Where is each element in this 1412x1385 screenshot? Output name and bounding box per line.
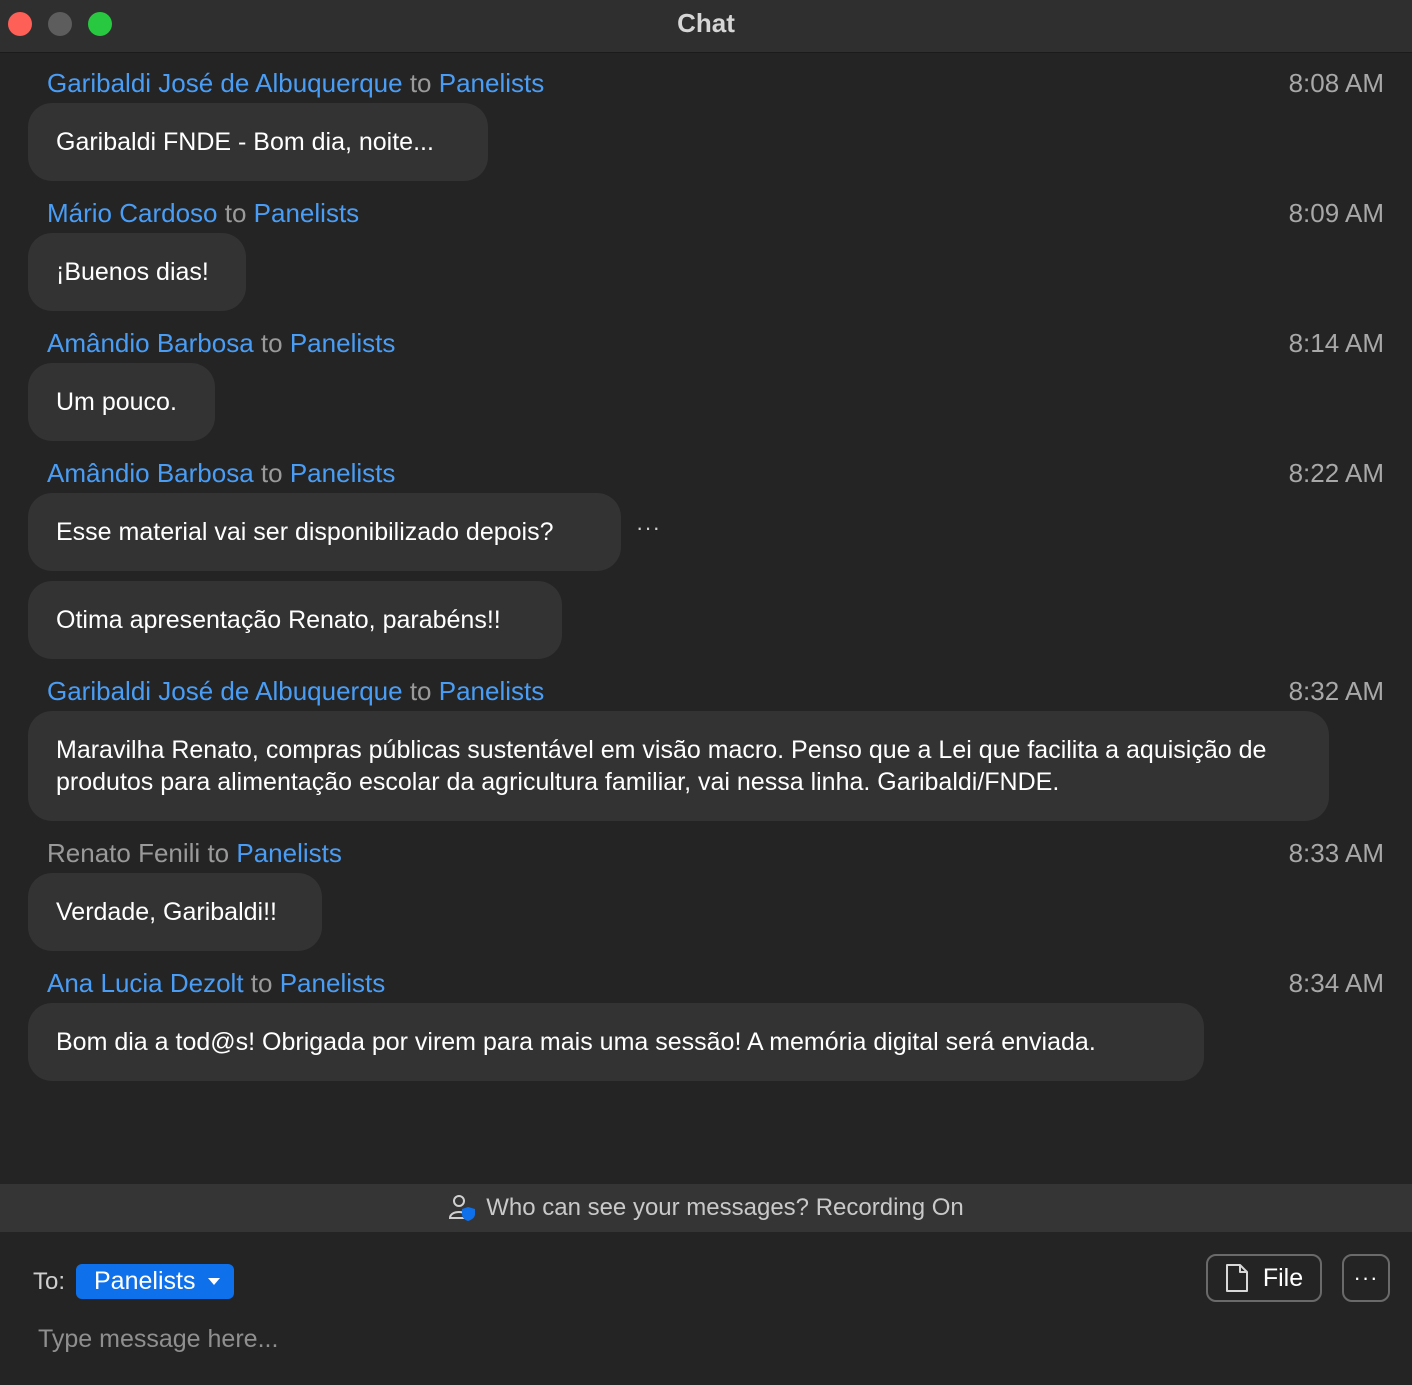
message-bubble[interactable]: Um pouco. <box>28 363 215 441</box>
sender-name[interactable]: Amândio Barbosa <box>47 458 254 488</box>
window-title: Chat <box>677 8 735 38</box>
to-word: to <box>250 968 273 998</box>
recipient-dropdown-value: Panelists <box>94 1267 196 1295</box>
to-word: to <box>224 198 247 228</box>
visibility-notice[interactable]: Who can see your messages? Recording On <box>0 1184 1412 1232</box>
sender-name[interactable]: Amândio Barbosa <box>47 328 254 358</box>
to-label: To: <box>33 1268 66 1295</box>
to-word: to <box>260 328 283 358</box>
to-word: to <box>207 838 230 868</box>
message-header: Garibaldi José de Albuquerque to Panelis… <box>47 676 544 706</box>
message-bubble[interactable]: Garibaldi FNDE - Bom dia, noite... <box>28 103 488 181</box>
sender-name[interactable]: Mário Cardoso <box>47 198 218 228</box>
message-header: Amândio Barbosa to Panelists <box>47 328 395 358</box>
person-shield-icon <box>448 1194 476 1222</box>
message-time: 8:08 AM <box>1288 68 1384 98</box>
visibility-notice-text: Who can see your messages? Recording On <box>486 1194 964 1221</box>
message-time: 8:32 AM <box>1288 676 1384 706</box>
message-time: 8:09 AM <box>1288 198 1384 228</box>
message-header: Ana Lucia Dezolt to Panelists <box>47 968 385 998</box>
message-header: Renato Fenili to Panelists <box>47 838 342 868</box>
message-header: Mário Cardoso to Panelists <box>47 198 359 228</box>
recipient-name[interactable]: Panelists <box>280 968 386 998</box>
recipient-name[interactable]: Panelists <box>236 838 342 868</box>
to-word: to <box>409 676 432 706</box>
message-bubble[interactable]: Bom dia a tod@s! Obrigada por virem para… <box>28 1003 1204 1081</box>
recipient-dropdown[interactable]: Panelists <box>76 1264 234 1299</box>
message-time: 8:14 AM <box>1288 328 1384 358</box>
message-time: 8:34 AM <box>1288 968 1384 998</box>
message-bubble[interactable]: Maravilha Renato, compras públicas suste… <box>28 711 1329 821</box>
recipient-name[interactable]: Panelists <box>290 458 396 488</box>
sender-name[interactable]: Garibaldi José de Albuquerque <box>47 676 403 706</box>
chevron-down-icon <box>208 1278 220 1285</box>
message-header: Amândio Barbosa to Panelists <box>47 458 395 488</box>
to-word: to <box>260 458 283 488</box>
recipient-name[interactable]: Panelists <box>439 676 545 706</box>
sender-name[interactable]: Ana Lucia Dezolt <box>47 968 244 998</box>
to-word: to <box>409 68 432 98</box>
file-icon <box>1225 1264 1248 1292</box>
message-bubble[interactable]: Esse material vai ser disponibilizado de… <box>28 493 621 571</box>
sender-name[interactable]: Garibaldi José de Albuquerque <box>47 68 403 98</box>
composer-more-button[interactable]: ··· <box>1342 1254 1390 1302</box>
recipient-name[interactable]: Panelists <box>290 328 396 358</box>
sender-name[interactable]: Renato Fenili <box>47 838 200 868</box>
recipient-name[interactable]: Panelists <box>254 198 360 228</box>
title-bar: Chat <box>0 0 1412 53</box>
file-button-label: File <box>1262 1263 1304 1292</box>
message-time: 8:33 AM <box>1288 838 1384 868</box>
message-time: 8:22 AM <box>1288 458 1384 488</box>
message-more-button[interactable]: ··· <box>636 515 661 541</box>
message-input[interactable] <box>36 1318 1380 1360</box>
recipient-name[interactable]: Panelists <box>439 68 545 98</box>
message-bubble[interactable]: Otima apresentação Renato, parabéns!! <box>28 581 562 659</box>
message-bubble[interactable]: ¡Buenos dias! <box>28 233 246 311</box>
message-bubble[interactable]: Verdade, Garibaldi!! <box>28 873 322 951</box>
file-button[interactable]: File <box>1206 1254 1322 1302</box>
message-header: Garibaldi José de Albuquerque to Panelis… <box>47 68 544 98</box>
